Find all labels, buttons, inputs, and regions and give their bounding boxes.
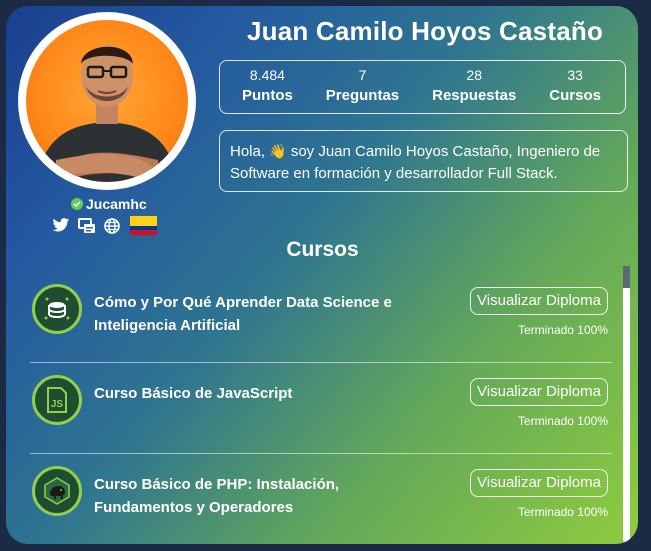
php-elephant-icon — [32, 466, 82, 516]
data-science-icon — [32, 284, 82, 334]
verified-icon — [71, 198, 83, 210]
course-title[interactable]: Cómo y Por Qué Aprender Data Science e I… — [94, 291, 424, 337]
stat-points: 8.484 Puntos — [242, 61, 293, 113]
bio-greeting: Hola, — [230, 143, 266, 160]
stat-courses: 33 Cursos — [549, 61, 601, 113]
stat-label: Puntos — [242, 87, 293, 104]
scrollbar-thumb[interactable] — [623, 266, 630, 542]
view-diploma-button[interactable]: Visualizar Diploma — [470, 469, 608, 497]
course-item: Curso Básico de PHP: Instalación, Fundam… — [30, 453, 612, 543]
course-status: Terminado 100% — [517, 323, 608, 337]
bio-box: Hola, 👋 soy Juan Camilo Hoyos Castaño, I… — [219, 130, 628, 192]
profile-card: Jucamhc Juan Camilo Hoyos Castaño 8.484 … — [6, 6, 638, 544]
svg-text:JS: JS — [51, 399, 64, 410]
website-icon[interactable] — [104, 217, 120, 234]
course-title[interactable]: Curso Básico de PHP: Instalación, Fundam… — [94, 473, 424, 519]
username-label: Jucamhc — [86, 196, 147, 212]
stat-value: 8.484 — [249, 67, 285, 83]
stats-panel: 8.484 Puntos 7 Preguntas 28 Respuestas 3… — [219, 60, 626, 114]
course-status: Terminado 100% — [517, 414, 608, 428]
stat-label: Preguntas — [325, 87, 400, 104]
social-links — [52, 216, 157, 235]
view-diploma-button[interactable]: Visualizar Diploma — [470, 378, 608, 406]
stat-questions: 7 Preguntas — [326, 61, 399, 113]
portfolio-icon[interactable] — [78, 217, 96, 234]
course-item: JS Curso Básico de JavaScript Visualizar… — [30, 362, 612, 452]
stat-value: 7 — [358, 67, 367, 83]
profile-name: Juan Camilo Hoyos Castaño — [246, 16, 604, 46]
stat-label: Respuestas — [432, 87, 517, 104]
stat-value: 28 — [466, 67, 482, 83]
avatar — [26, 20, 188, 182]
course-title[interactable]: Curso Básico de JavaScript — [94, 382, 424, 405]
stat-label: Cursos — [549, 87, 601, 104]
course-item: Cómo y Por Qué Aprender Data Science e I… — [30, 271, 612, 361]
username[interactable]: Jucamhc — [71, 196, 147, 212]
courses-scrollbar[interactable] — [623, 266, 630, 542]
stat-value: 33 — [567, 67, 583, 83]
stat-answers: 28 Respuestas — [432, 61, 516, 113]
view-diploma-button[interactable]: Visualizar Diploma — [470, 287, 608, 315]
waving-hand-icon: 👋 — [269, 143, 287, 159]
course-status: Terminado 100% — [517, 505, 608, 519]
colombia-flag-icon — [130, 216, 157, 235]
scrollbar-up-arrow[interactable] — [623, 266, 630, 288]
courses-heading: Cursos — [286, 238, 359, 261]
javascript-icon: JS — [32, 375, 82, 425]
twitter-icon[interactable] — [52, 218, 70, 233]
